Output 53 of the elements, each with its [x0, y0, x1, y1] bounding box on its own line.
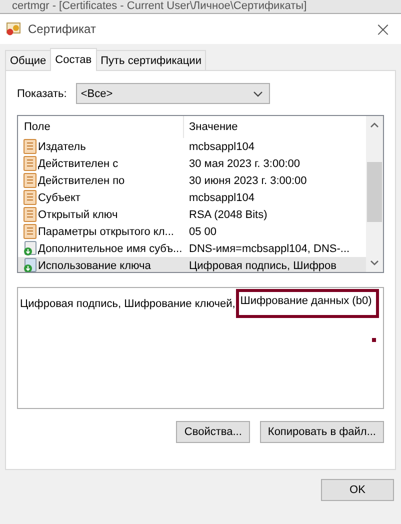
- background-window-title: certmgr - [Certificates - Current User\Личное\Сертификаты]: [0, 0, 401, 13]
- list-row[interactable]: Действителен по 30 июня 2023 г. 3:00:00: [18, 172, 366, 189]
- field-value: Цифровая подпись, Шифров: [188, 260, 338, 272]
- document-icon: [23, 139, 37, 154]
- field-name: Действителен по: [38, 174, 125, 186]
- field-name: Открытый ключ: [38, 208, 118, 220]
- window-title: Сертификат: [28, 22, 97, 36]
- tab[interactable]: Состав: [50, 48, 97, 71]
- detail-text-box[interactable]: Цифровая подпись, Шифрование ключей, Шифрование данных (b0): [17, 287, 384, 409]
- certificate-icon: [6, 22, 22, 36]
- tab[interactable]: Путь сертификации: [96, 50, 206, 70]
- detail-text: Цифровая подпись, Шифрование ключей,: [20, 298, 236, 310]
- dialog-button[interactable]: Свойства...: [176, 421, 250, 443]
- document-icon: [23, 207, 37, 222]
- field-name: Издатель: [38, 140, 86, 152]
- field-name: Действителен с: [38, 158, 118, 170]
- list-row[interactable]: Параметры открытого кл... 05 00: [18, 223, 366, 240]
- field-value: 05 00: [188, 226, 218, 238]
- field-value: DNS-имя=mcbsappl104, DNS-...: [188, 242, 351, 254]
- field-name: Субъект: [38, 192, 80, 204]
- field-name: Дополнительное имя субъ...: [38, 242, 182, 254]
- document-icon: [23, 224, 37, 239]
- list-row[interactable]: Действителен с 30 мая 2023 г. 3:00:00: [18, 155, 366, 172]
- chevron-down-icon: [252, 90, 263, 96]
- document-icon: [23, 173, 37, 188]
- field-value: mcbsappl104: [188, 140, 256, 152]
- dialog-button[interactable]: Копировать в файл...: [260, 421, 384, 443]
- scroll-down-icon[interactable]: [370, 260, 379, 266]
- show-label: Показать:: [17, 88, 67, 100]
- column-header[interactable]: Поле: [18, 116, 184, 138]
- list-row[interactable]: Использование ключа Цифровая подпись, Шифров: [18, 257, 366, 272]
- list-row[interactable]: Издатель mcbsappl104: [18, 138, 366, 155]
- field-name: Использование ключа: [38, 260, 151, 272]
- field-name: Параметры открытого кл...: [38, 226, 174, 238]
- scroll-up-icon[interactable]: [370, 122, 379, 128]
- list-row[interactable]: Дополнительное имя субъ... DNS-имя=mcbsappl104, DNS-...: [18, 240, 366, 257]
- list-row[interactable]: Открытый ключ RSA (2048 Bits): [18, 206, 366, 223]
- field-value: 30 мая 2023 г. 3:00:00: [188, 158, 301, 170]
- document-icon: [23, 156, 37, 171]
- document-icon: [23, 190, 37, 205]
- document-download-icon: [23, 241, 37, 256]
- field-value: mcbsappl104: [188, 192, 256, 204]
- close-button[interactable]: ×: [365, 14, 401, 44]
- column-header[interactable]: Значение: [184, 116, 366, 138]
- field-value: 30 июня 2023 г. 3:00:00: [188, 174, 308, 186]
- tab[interactable]: Общие: [5, 50, 52, 70]
- scrollbar[interactable]: [366, 116, 383, 272]
- list-row[interactable]: Субъект mcbsappl104: [18, 189, 366, 206]
- field-value: RSA (2048 Bits): [188, 208, 268, 220]
- highlighted-text: Шифрование данных (b0): [236, 289, 379, 318]
- ok-button[interactable]: OK: [321, 479, 394, 501]
- show-dropdown[interactable]: <Все>: [76, 83, 270, 104]
- document-download-icon: [23, 258, 37, 272]
